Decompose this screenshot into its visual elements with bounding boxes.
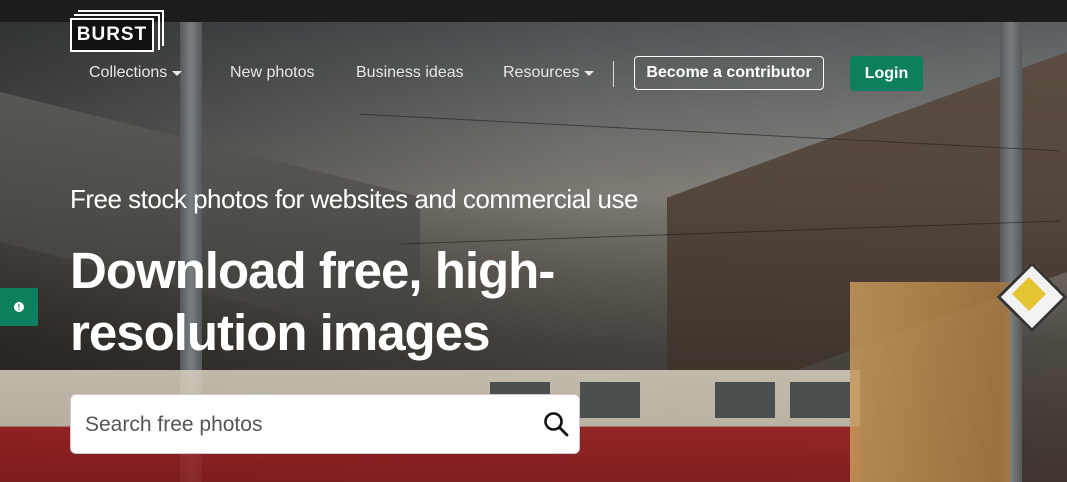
feedback-icon: ! bbox=[14, 302, 24, 312]
logo-text: BURST bbox=[70, 18, 154, 52]
feedback-tab[interactable]: ! bbox=[0, 288, 38, 326]
nav-collections-label: Collections bbox=[89, 64, 168, 81]
nav-divider bbox=[613, 61, 614, 87]
nav-resources[interactable]: Resources bbox=[503, 64, 595, 82]
nav-new-photos-label: New photos bbox=[230, 64, 315, 81]
tram-window bbox=[790, 382, 850, 418]
nav-business-ideas[interactable]: Business ideas bbox=[356, 64, 464, 82]
nav-new-photos[interactable]: New photos bbox=[230, 64, 315, 82]
search-bar bbox=[70, 394, 580, 454]
hero-headline: Download free, high-resolution images bbox=[70, 242, 555, 361]
search-icon[interactable] bbox=[543, 411, 569, 437]
nav-collections[interactable]: Collections bbox=[89, 64, 183, 82]
nav-resources-label: Resources bbox=[503, 64, 580, 81]
hero-subtitle: Free stock photos for websites and comme… bbox=[70, 184, 638, 214]
nav-business-ideas-label: Business ideas bbox=[356, 64, 464, 81]
chevron-down-icon bbox=[584, 70, 595, 76]
login-button[interactable]: Login bbox=[850, 56, 923, 91]
search-input[interactable] bbox=[83, 405, 527, 445]
wooden-wall bbox=[850, 282, 1010, 482]
tram-window bbox=[715, 382, 775, 418]
become-contributor-button[interactable]: Become a contributor bbox=[634, 56, 824, 90]
chevron-down-icon bbox=[172, 70, 183, 76]
tram-window bbox=[580, 382, 640, 418]
burst-logo[interactable]: BURST bbox=[70, 10, 164, 52]
